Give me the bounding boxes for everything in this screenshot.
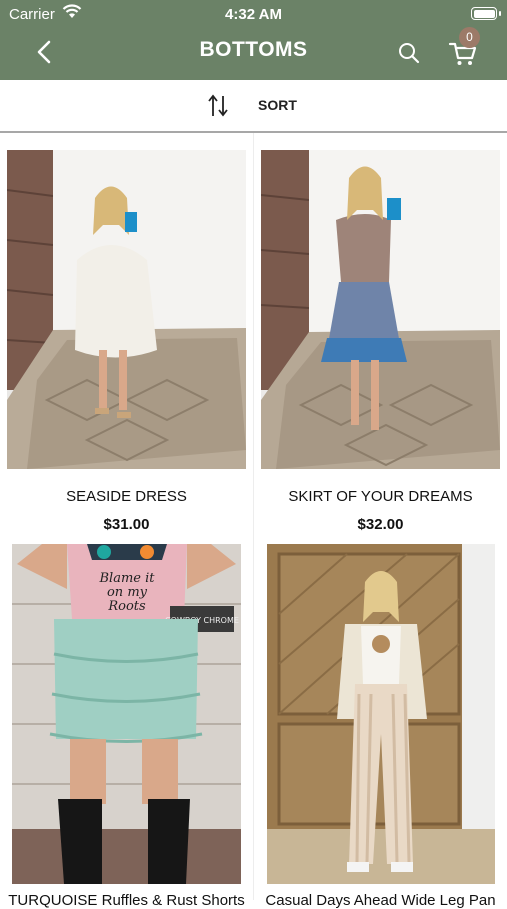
product-price: $32.00 <box>357 516 404 533</box>
shirt-print-line2: on my <box>107 585 148 600</box>
product-image[interactable]: Blame it on my Roots COWBOY CHROME <box>12 544 241 884</box>
product-image[interactable] <box>267 544 495 884</box>
clock: 4:32 AM <box>225 6 282 23</box>
status-bar: Carrier 4:32 AM <box>0 4 507 24</box>
shirt-print-line3: Roots <box>107 599 146 614</box>
product-card[interactable]: SKIRT OF YOUR DREAMS $32.00 <box>254 133 507 538</box>
product-price: $31.00 <box>103 516 150 533</box>
battery-icon <box>471 7 497 20</box>
product-image[interactable] <box>261 150 500 469</box>
shirt-print-line1: Blame it <box>99 571 156 586</box>
battery-tip <box>499 11 501 16</box>
product-card[interactable]: Blame it on my Roots COWBOY CHROME TURQU… <box>0 538 253 909</box>
page-title: BOTTOMS <box>199 38 308 61</box>
product-name[interactable]: SEASIDE DRESS <box>0 488 253 505</box>
sort-bar[interactable] <box>0 80 507 133</box>
sort-label[interactable]: SORT <box>258 97 297 113</box>
product-name[interactable]: Casual Days Ahead Wide Leg Pan <box>254 892 507 909</box>
cart-count-badge: 0 <box>459 27 480 48</box>
product-image[interactable] <box>7 150 246 469</box>
product-name[interactable]: SKIRT OF YOUR DREAMS <box>254 488 507 505</box>
product-name[interactable]: TURQUOISE Ruffles & Rust Shorts <box>0 892 253 909</box>
chevron-left-icon[interactable] <box>30 34 60 70</box>
sort-arrows-icon[interactable] <box>206 93 230 119</box>
app-header: Carrier 4:32 AM BOTTOMS 0 <box>0 0 507 80</box>
product-card[interactable]: SEASIDE DRESS $31.00 <box>0 133 253 538</box>
search-icon[interactable] <box>396 40 422 66</box>
product-card[interactable]: Casual Days Ahead Wide Leg Pan <box>254 538 507 909</box>
